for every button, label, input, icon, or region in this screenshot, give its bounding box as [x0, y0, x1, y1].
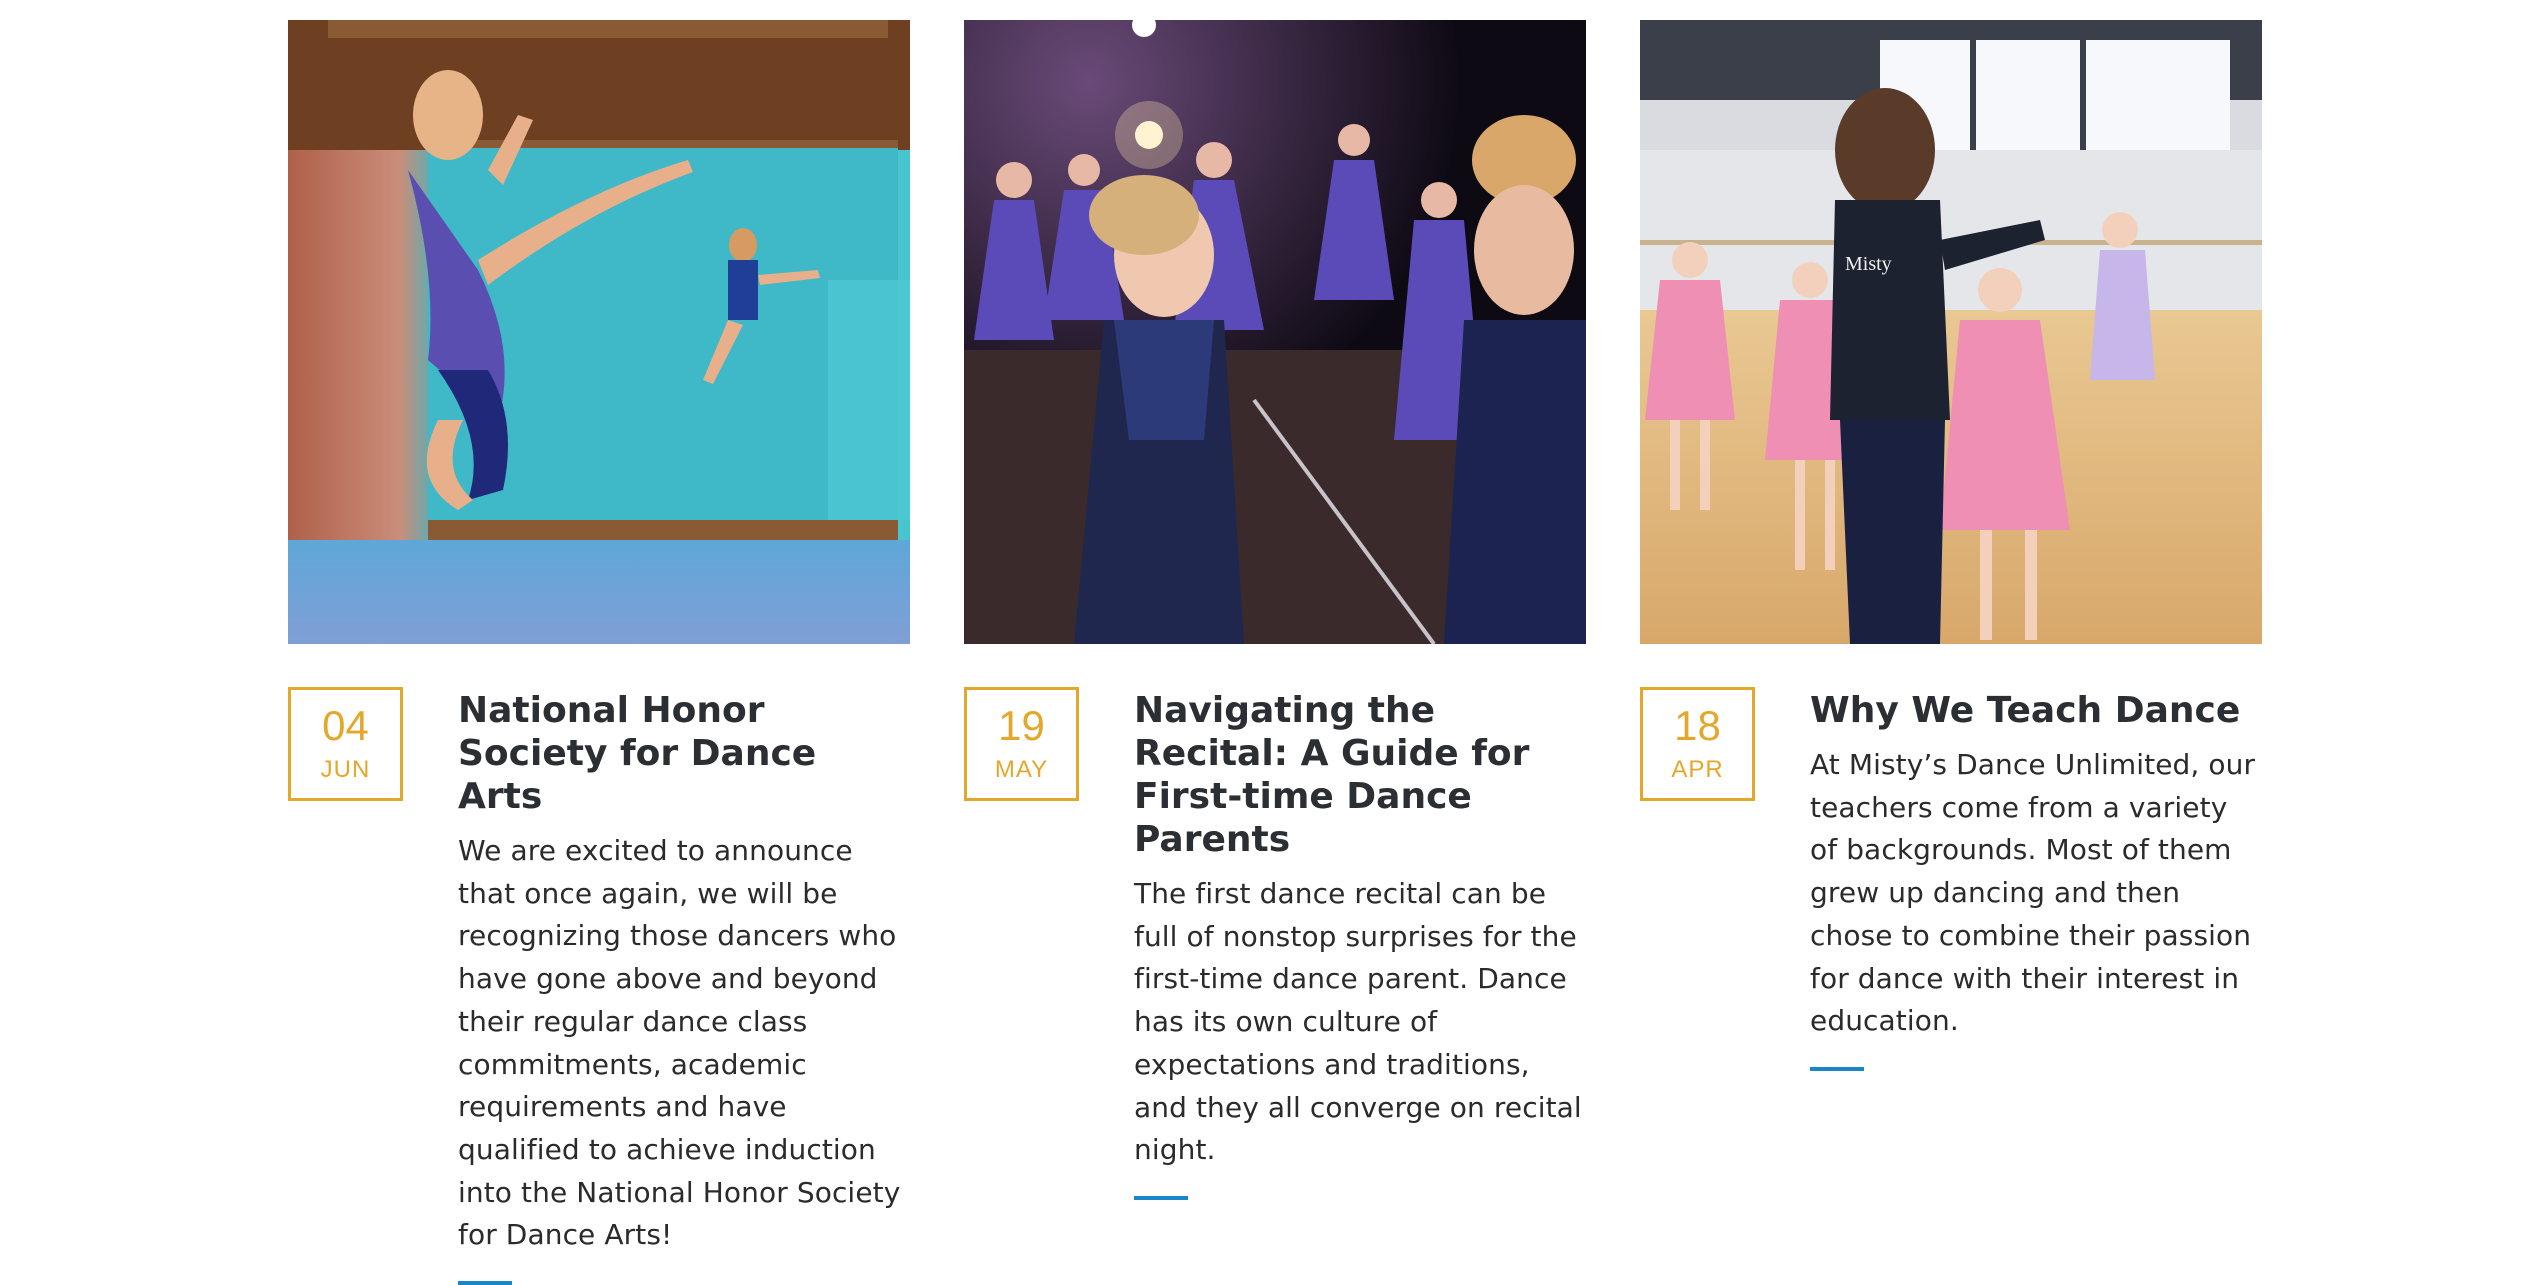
read-more-accent-line[interactable]: [458, 1281, 512, 1285]
post-text: Why We Teach Dance At Misty’s Dance Unli…: [1810, 687, 2262, 1071]
post-text: National Honor Society for Dance Arts We…: [458, 687, 910, 1285]
blog-post-card: Misty 18 APR Why We Teach Dance At Misty…: [1640, 20, 2262, 1285]
recital-dancers-photo[interactable]: [964, 20, 1586, 644]
read-more-accent-line[interactable]: [1810, 1066, 1864, 1071]
date-day: 04: [322, 702, 369, 749]
read-more-accent-line[interactable]: [1134, 1195, 1188, 1200]
post-title-link[interactable]: National Honor Society for Dance Arts: [458, 689, 910, 818]
dancers-leaping-photo[interactable]: [288, 20, 910, 644]
svg-text:Misty: Misty: [1845, 253, 1892, 275]
blog-post-grid: 04 JUN National Honor Society for Dance …: [288, 20, 2262, 1285]
post-body: 19 MAY Navigating the Recital: A Guide f…: [964, 687, 1586, 1200]
blog-post-card: 04 JUN National Honor Society for Dance …: [288, 20, 910, 1285]
post-title-link[interactable]: Navigating the Recital: A Guide for Firs…: [1134, 689, 1586, 861]
date-badge: 19 MAY: [964, 687, 1079, 801]
blog-post-card: 19 MAY Navigating the Recital: A Guide f…: [964, 20, 1586, 1285]
date-day: 19: [998, 702, 1045, 749]
date-month: MAY: [994, 756, 1049, 783]
date-badge: 04 JUN: [288, 687, 403, 801]
post-body: 04 JUN National Honor Society for Dance …: [288, 687, 910, 1285]
ballet-class-photo[interactable]: Misty: [1640, 20, 2262, 644]
post-body: 18 APR Why We Teach Dance At Misty’s Dan…: [1640, 687, 2262, 1071]
post-excerpt: At Misty’s Dance Unlimited, our teachers…: [1810, 748, 2256, 1038]
post-title-link[interactable]: Why We Teach Dance: [1810, 689, 2262, 732]
date-month: JUN: [320, 756, 371, 783]
post-excerpt: We are excited to announce that once aga…: [458, 834, 901, 1252]
post-excerpt: The first dance recital can be full of n…: [1134, 877, 1582, 1167]
date-badge: 18 APR: [1640, 687, 1755, 801]
date-month: APR: [1671, 756, 1724, 783]
post-text: Navigating the Recital: A Guide for Firs…: [1134, 687, 1586, 1200]
date-day: 18: [1674, 702, 1721, 749]
